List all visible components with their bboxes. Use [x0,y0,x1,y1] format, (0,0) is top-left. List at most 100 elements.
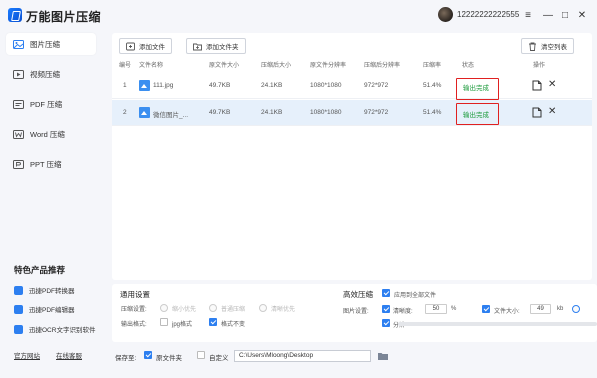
table-row[interactable]: 1 111.jpg 49.7KB 24.1KB 1080*1080 972*97… [112,73,592,100]
option-normal-radio[interactable] [209,304,217,312]
sidebar: 图片压缩 视频压缩 PDF 压缩 Word 压缩 PPT 压缩 特色产品推荐 迅… [0,30,106,378]
sidebar-item-ppt[interactable]: PPT 压缩 [6,153,96,175]
header-name: 文件名称 [139,63,164,69]
format-keep-checkbox[interactable] [209,318,217,326]
feature-title: 特色产品推荐 [14,265,66,275]
header-new-res: 压缩后分辨率 [364,63,401,69]
ppt-icon [13,159,24,170]
image-thumbnail-icon [139,107,150,118]
menu-list-icon[interactable]: ≡ [522,9,534,21]
row-orig-size: 49.7KB [209,109,231,116]
header-orig-res: 原文件分辨率 [310,63,347,69]
sidebar-item-label: 视频压缩 [30,69,60,79]
custom-folder-label: 自定义 [209,355,229,362]
image-icon [13,39,24,50]
row-index: 2 [123,109,127,116]
apply-all-label: 应用到全部文件 [394,293,437,299]
row-new-res: 972*972 [364,82,389,89]
clear-list-button[interactable]: 清空列表 [521,38,574,54]
output-format-label: 输出格式: [121,322,147,328]
original-folder-label: 原文件夹 [156,355,182,362]
feature-label: 迅捷PDF转换器 [29,288,75,295]
title-bar: 万能图片压缩 12222222222555 ≡ — □ ✕ [0,0,597,30]
row-ratio: 51.4% [423,109,442,116]
word-icon [13,129,24,140]
video-icon [13,69,24,80]
sidebar-item-image[interactable]: 图片压缩 [6,33,96,55]
add-file-button[interactable]: 添加文件 [119,38,172,54]
sidebar-item-label: PDF 压缩 [30,99,63,109]
app-title: 万能图片压缩 [26,10,102,24]
format-jpg-label: jpg格式 [172,322,193,328]
apply-all-checkbox[interactable] [382,289,390,297]
header-new-size: 压缩后大小 [261,63,292,69]
maximize-button[interactable]: □ [559,9,571,21]
add-file-icon [126,42,135,51]
option-clear-radio[interactable] [259,304,267,312]
header-status: 状态 [462,63,475,69]
header-orig-size: 原文件大小 [209,63,240,69]
efficient-settings-title: 高效压缩 [343,290,373,299]
header-index: 编号 [119,63,132,69]
image-thumbnail-icon [139,80,150,91]
option-normal-label: 普通压缩 [221,307,246,313]
row-status: 输出完成 [463,112,489,119]
row-name: 111.jpg [153,82,174,89]
sidebar-item-label: PPT 压缩 [30,159,62,169]
clarity-unit: % [451,306,457,312]
compress-settings-label: 压缩设置: [121,307,147,313]
pdf-editor-icon [14,304,23,314]
delete-row-icon[interactable]: ✕ [548,106,556,117]
user-phone[interactable]: 12222222222555 [457,10,519,19]
add-folder-button[interactable]: 添加文件夹 [186,38,246,54]
option-smaller-radio[interactable] [160,304,168,312]
option-smaller-label: 缩小优先 [172,307,197,313]
file-size-checkbox[interactable] [482,305,490,313]
add-folder-icon [193,42,202,51]
row-new-res: 972*972 [364,109,389,116]
option-clear-label: 清晰优先 [271,307,296,313]
table-row[interactable]: 2 微信图片_... 49.7KB 24.1KB 1080*1080 972*9… [112,100,592,126]
file-size-radio[interactable] [572,305,580,313]
feature-ocr[interactable]: 迅捷OCR文字识别软件 [14,323,95,335]
clarity-input[interactable]: 50 [425,304,447,314]
sidebar-item-pdf[interactable]: PDF 压缩 [6,93,96,115]
resolution-slider[interactable] [398,322,597,326]
file-size-label: 文件大小: [494,309,520,315]
feature-pdf-converter[interactable]: 迅捷PDF转换器 [14,284,75,296]
sidebar-item-word[interactable]: Word 压缩 [6,123,96,145]
row-name: 微信图片_... [153,112,189,119]
open-file-icon[interactable] [532,80,542,91]
sidebar-item-video[interactable]: 视频压缩 [6,63,96,85]
save-to-label: 保存至: [115,355,137,362]
sidebar-item-label: Word 压缩 [30,129,65,139]
user-avatar[interactable] [438,7,453,22]
close-button[interactable]: ✕ [576,9,588,21]
output-path-input[interactable]: C:\Users\Mloong\Desktop [234,350,371,362]
format-keep-label: 格式不变 [221,322,246,328]
file-size-input[interactable]: 49 [530,304,551,314]
row-ratio: 51.4% [423,82,442,89]
resolution-checkbox[interactable] [382,319,390,327]
minimize-button[interactable]: — [542,9,554,21]
row-orig-res: 1080*1080 [310,109,342,116]
original-folder-checkbox[interactable] [144,351,152,359]
folder-icon[interactable] [378,352,388,360]
open-file-icon[interactable] [532,107,542,118]
delete-row-icon[interactable]: ✕ [548,79,556,90]
feature-label: 迅捷OCR文字识别软件 [29,327,96,334]
pdf-converter-icon [14,285,23,295]
row-orig-res: 1080*1080 [310,82,342,89]
clarity-checkbox[interactable] [382,305,390,313]
header-ratio: 压缩率 [423,63,442,69]
custom-folder-checkbox[interactable] [197,351,205,359]
row-new-size: 24.1KB [261,109,283,116]
row-index: 1 [123,82,127,89]
add-folder-label: 添加文件夹 [206,44,239,51]
format-jpg-checkbox[interactable] [160,318,168,326]
feature-pdf-editor[interactable]: 迅捷PDF编辑器 [14,303,75,315]
ocr-icon [14,324,23,334]
feature-label: 迅捷PDF编辑器 [29,307,75,314]
file-size-unit: kb [557,306,564,312]
row-orig-size: 49.7KB [209,82,231,89]
